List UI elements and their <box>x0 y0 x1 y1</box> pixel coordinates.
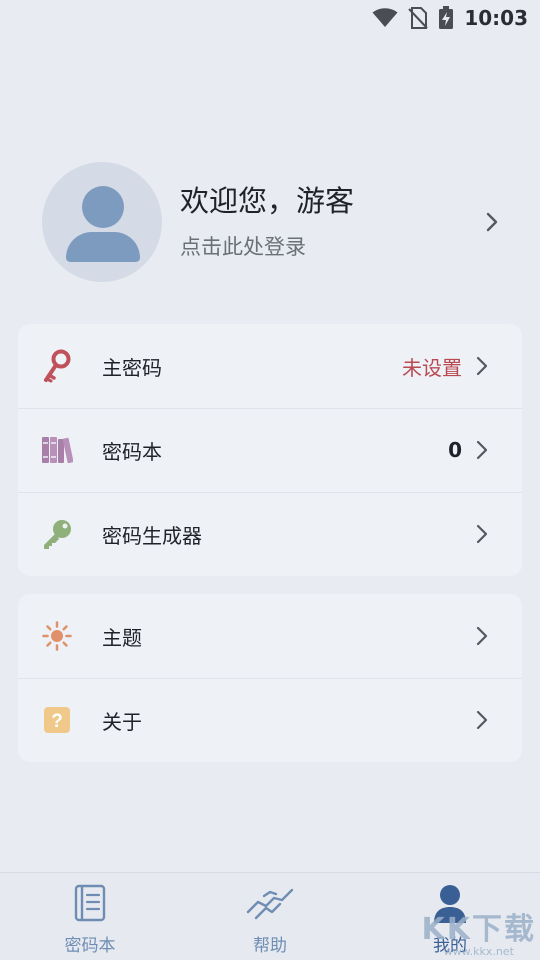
row-about[interactable]: ? 关于 <box>18 678 522 762</box>
row-label: 关于 <box>102 709 142 734</box>
chevron-right-icon <box>476 356 488 376</box>
chevron-right-icon[interactable] <box>482 211 502 233</box>
settings-card-main: 主密码 未设置 密码本 0 密码生成器 <box>18 324 522 576</box>
settings-card-other: 主题 ? 关于 <box>18 594 522 762</box>
status-time: 10:03 <box>464 6 528 30</box>
nav-label: 密码本 <box>64 936 116 956</box>
nav-label: 帮助 <box>253 936 287 956</box>
notebook-icon <box>73 881 107 925</box>
row-label: 密码本 <box>102 439 162 464</box>
avatar-head <box>82 186 124 228</box>
wifi-icon <box>372 8 398 28</box>
watermark-logo: KK下载 www.kkx.net <box>421 912 537 959</box>
chevron-right-icon <box>476 710 488 730</box>
avatar[interactable] <box>42 162 162 282</box>
nav-item-help[interactable]: 帮助 <box>180 873 360 960</box>
password-book-count: 0 <box>448 438 462 462</box>
key-icon <box>40 349 74 383</box>
login-hint[interactable]: 点击此处登录 <box>180 231 482 261</box>
row-label: 主题 <box>102 625 142 650</box>
nav-item-password-book[interactable]: 密码本 <box>0 873 180 960</box>
key-solid-icon <box>40 517 74 551</box>
sun-icon <box>40 619 74 653</box>
master-password-status: 未设置 <box>402 355 462 380</box>
question-icon: ? <box>40 703 74 737</box>
watermark-text: KK下载 <box>421 912 536 947</box>
battery-charging-icon <box>438 6 454 30</box>
svg-text:?: ? <box>51 711 63 732</box>
profile-header[interactable]: 欢迎您，游客 点击此处登录 <box>42 162 502 282</box>
handshake-icon <box>246 881 294 925</box>
row-theme[interactable]: 主题 <box>18 594 522 678</box>
row-label: 主密码 <box>102 355 162 380</box>
avatar-body <box>66 232 140 262</box>
status-bar: 10:03 <box>0 0 540 36</box>
books-icon <box>40 433 74 467</box>
no-sim-icon <box>408 7 429 29</box>
row-password-books[interactable]: 密码本 0 <box>18 408 522 492</box>
row-password-generator[interactable]: 密码生成器 <box>18 492 522 576</box>
app-screen: 10:03 欢迎您，游客 点击此处登录 主密码 未设置 密码本 0 密码生成器 … <box>0 0 540 960</box>
chevron-right-icon <box>476 440 488 460</box>
chevron-right-icon <box>476 626 488 646</box>
row-label: 密码生成器 <box>102 523 202 548</box>
row-master-password[interactable]: 主密码 未设置 <box>18 324 522 408</box>
welcome-text: 欢迎您，游客 <box>180 184 355 219</box>
chevron-right-icon <box>476 524 488 544</box>
profile-text: 欢迎您，游客 点击此处登录 <box>180 183 482 261</box>
